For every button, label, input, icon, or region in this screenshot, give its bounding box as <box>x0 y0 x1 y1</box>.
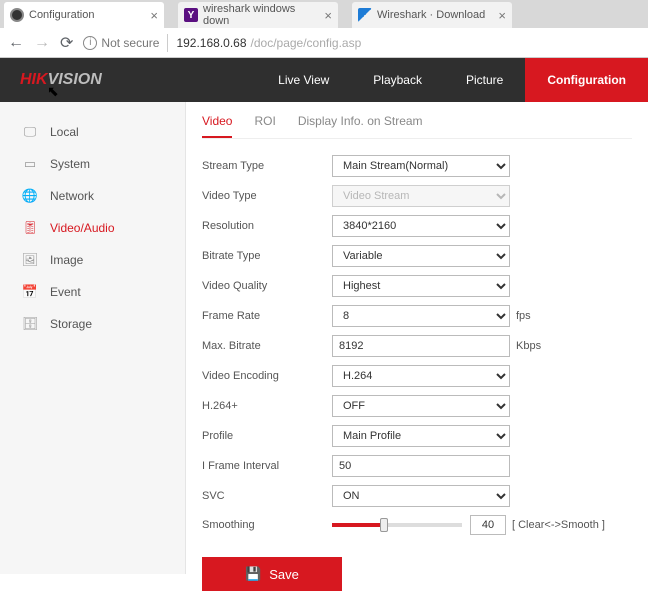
calendar-icon: 📅 <box>22 284 38 300</box>
label-h264-plus: H.264+ <box>202 400 332 412</box>
label-video-type: Video Type <box>202 190 332 202</box>
video-audio-icon: 🎚 <box>22 220 38 236</box>
sidebar-item-storage[interactable]: 🗄 Storage <box>0 308 185 340</box>
tab-title: wireshark windows down <box>203 3 319 27</box>
label-profile: Profile <box>202 430 332 442</box>
stream-type-select[interactable]: Main Stream(Normal) <box>332 155 510 177</box>
subtab-video[interactable]: Video <box>202 114 232 138</box>
address-bar[interactable]: i Not secure 192.168.0.68/doc/page/confi… <box>83 34 640 52</box>
system-icon: ▭ <box>22 156 38 172</box>
sidebar-item-video-audio[interactable]: 🎚 Video/Audio <box>0 212 185 244</box>
camera-icon <box>10 8 24 22</box>
max-bitrate-input[interactable] <box>332 335 510 357</box>
h264-plus-select[interactable]: OFF <box>332 395 510 417</box>
sidebar-item-label: Network <box>50 189 94 203</box>
browser-tab-wireshark-download[interactable]: Wireshark · Download × <box>352 2 512 28</box>
unit-kbps: Kbps <box>516 340 541 352</box>
close-icon[interactable]: × <box>324 8 332 23</box>
browser-tab-wireshark-search[interactable]: Y wireshark windows down × <box>178 2 338 28</box>
wireshark-icon <box>358 8 372 22</box>
smoothing-legend: [ Clear<->Smooth ] <box>512 519 605 531</box>
smoothing-slider[interactable] <box>332 523 462 527</box>
sidebar-item-system[interactable]: ▭ System <box>0 148 185 180</box>
back-button[interactable]: ← <box>8 34 24 52</box>
label-smoothing: Smoothing <box>202 519 332 531</box>
save-icon: 💾 <box>245 566 261 582</box>
forward-button: → <box>34 34 50 52</box>
nav-configuration[interactable]: Configuration <box>525 58 648 102</box>
image-icon: 🖼 <box>22 252 38 268</box>
label-resolution: Resolution <box>202 220 332 232</box>
iframe-interval-input[interactable] <box>332 455 510 477</box>
logo: HIKVISION <box>0 71 122 89</box>
label-stream-type: Stream Type <box>202 160 332 172</box>
monitor-icon: 🖵 <box>22 124 38 140</box>
nav-playback[interactable]: Playback <box>351 58 444 102</box>
tab-title: Wireshark · Download <box>377 9 485 21</box>
label-svc: SVC <box>202 490 332 502</box>
label-frame-rate: Frame Rate <box>202 310 332 322</box>
sidebar-item-local[interactable]: 🖵 Local <box>0 116 185 148</box>
label-video-encoding: Video Encoding <box>202 370 332 382</box>
top-nav: HIKVISION Live View Playback Picture Con… <box>0 58 648 102</box>
storage-icon: 🗄 <box>22 316 38 332</box>
globe-icon: 🌐 <box>22 188 38 204</box>
sidebar: 🖵 Local ▭ System 🌐 Network 🎚 Video/Audio… <box>0 102 186 574</box>
sidebar-item-label: Image <box>50 253 83 267</box>
unit-fps: fps <box>516 310 531 322</box>
yahoo-icon: Y <box>184 8 198 22</box>
url-host: 192.168.0.68 <box>176 36 246 50</box>
sidebar-item-image[interactable]: 🖼 Image <box>0 244 185 276</box>
content-panel: Video ROI Display Info. on Stream Stream… <box>186 102 648 574</box>
sidebar-item-network[interactable]: 🌐 Network <box>0 180 185 212</box>
resolution-select[interactable]: 3840*2160 <box>332 215 510 237</box>
close-icon[interactable]: × <box>150 8 158 23</box>
bitrate-type-select[interactable]: Variable <box>332 245 510 267</box>
slider-fill <box>332 523 384 527</box>
svc-select[interactable]: ON <box>332 485 510 507</box>
sidebar-item-label: System <box>50 157 90 171</box>
frame-rate-select[interactable]: 8 <box>332 305 510 327</box>
browser-tab-bar: Configuration × Y wireshark windows down… <box>0 0 648 28</box>
browser-tab-configuration[interactable]: Configuration × <box>4 2 164 28</box>
label-max-bitrate: Max. Bitrate <box>202 340 332 352</box>
browser-toolbar: ← → ⟳ i Not secure 192.168.0.68/doc/page… <box>0 28 648 58</box>
nav-picture[interactable]: Picture <box>444 58 525 102</box>
save-label: Save <box>269 567 299 582</box>
url-path: /doc/page/config.asp <box>251 36 362 50</box>
save-button[interactable]: 💾 Save <box>202 557 342 591</box>
sidebar-item-event[interactable]: 📅 Event <box>0 276 185 308</box>
slider-thumb[interactable] <box>380 518 388 532</box>
sidebar-item-label: Local <box>50 125 79 139</box>
video-encoding-select[interactable]: H.264 <box>332 365 510 387</box>
smoothing-value: 40 <box>470 515 506 535</box>
divider <box>167 34 168 52</box>
security-status: Not secure <box>101 36 159 50</box>
close-icon[interactable]: × <box>498 8 506 23</box>
label-bitrate-type: Bitrate Type <box>202 250 332 262</box>
info-icon[interactable]: i <box>83 36 97 50</box>
sidebar-item-label: Video/Audio <box>50 221 115 235</box>
tab-title: Configuration <box>29 9 94 21</box>
sidebar-item-label: Event <box>50 285 81 299</box>
profile-select[interactable]: Main Profile <box>332 425 510 447</box>
label-video-quality: Video Quality <box>202 280 332 292</box>
video-quality-select[interactable]: Highest <box>332 275 510 297</box>
label-iframe-interval: I Frame Interval <box>202 460 332 472</box>
reload-button[interactable]: ⟳ <box>60 33 73 53</box>
sub-tabs: Video ROI Display Info. on Stream <box>202 114 632 139</box>
nav-live-view[interactable]: Live View <box>256 58 351 102</box>
subtab-roi[interactable]: ROI <box>254 114 275 138</box>
video-type-select: Video Stream <box>332 185 510 207</box>
sidebar-item-label: Storage <box>50 317 92 331</box>
subtab-display-info[interactable]: Display Info. on Stream <box>298 114 423 138</box>
